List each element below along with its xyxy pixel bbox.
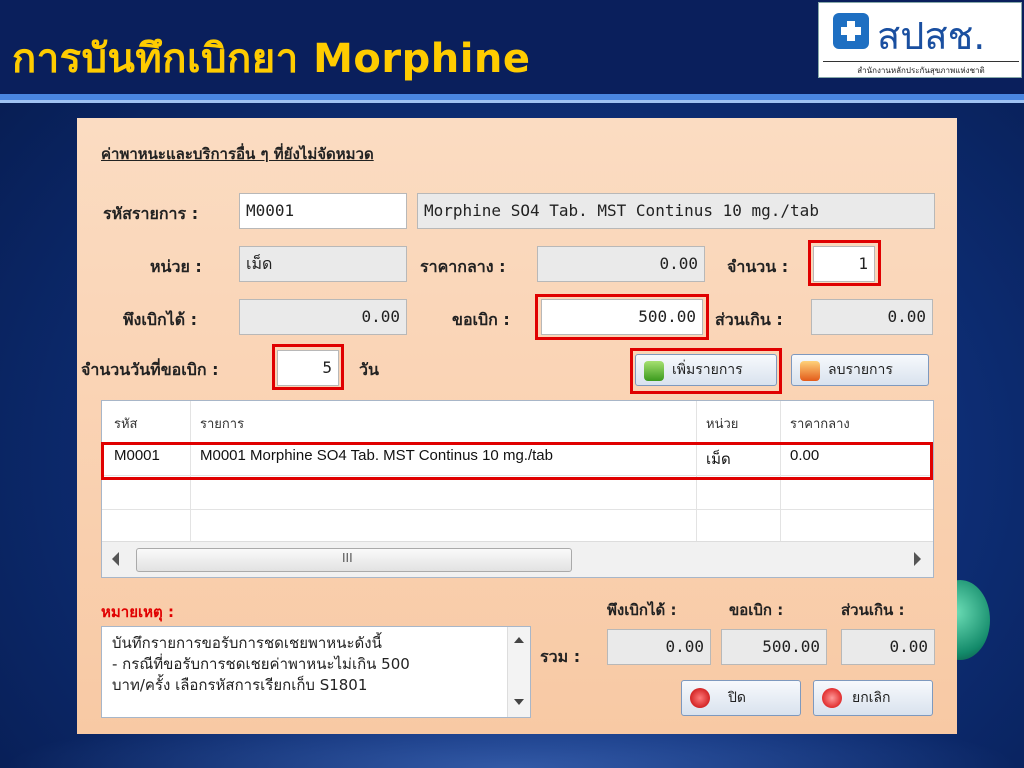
header-stripe-light	[0, 100, 1024, 103]
unit-label: หน่วย :	[150, 257, 202, 276]
section-title: ค่าพาหนะและบริการอื่น ๆ ที่ยังไม่จัดหมวด	[101, 145, 374, 163]
days-unit: วัน	[359, 360, 379, 379]
col-header-item[interactable]: รายการ	[200, 413, 244, 434]
cancel-button[interactable]: ยกเลิก	[813, 680, 933, 716]
col-header-code[interactable]: รหัส	[114, 413, 138, 434]
item-code-input[interactable]: M0001	[239, 193, 407, 229]
request-label: ขอเบิก :	[452, 310, 510, 329]
total-eligible-label: พึงเบิกได้ :	[607, 601, 677, 619]
items-table[interactable]: รหัส รายการ หน่วย ราคากลาง M0001 M0001 M…	[101, 400, 934, 578]
delete-item-button[interactable]: ลบรายการ	[791, 354, 929, 386]
quantity-highlight	[808, 240, 881, 286]
median-price-label: ราคากลาง :	[420, 257, 506, 276]
excess-label: ส่วนเกิน :	[715, 310, 783, 329]
logo-text: สปสช.	[877, 14, 986, 58]
total-eligible-field[interactable]: 0.00	[607, 629, 711, 665]
total-excess-label: ส่วนเกิน :	[841, 601, 905, 619]
request-highlight	[535, 294, 709, 340]
grid-divider	[102, 509, 933, 510]
close-label: ปิด	[728, 690, 746, 706]
scroll-down-icon[interactable]	[514, 699, 524, 705]
remark-text: บันทึกรายการขอรับการชดเชยพาหนะดังนี้ - ก…	[112, 634, 410, 694]
scroll-thumb[interactable]: III	[136, 548, 572, 572]
col-header-price[interactable]: ราคากลาง	[790, 413, 850, 434]
scroll-grip: III	[342, 551, 353, 565]
excess-field[interactable]: 0.00	[811, 299, 933, 335]
power-icon	[690, 688, 710, 708]
remark-textarea[interactable]: บันทึกรายการขอรับการชดเชยพาหนะดังนี้ - ก…	[101, 626, 531, 718]
logo-subtitle: สำนักงานหลักประกันสุขภาพแห่งชาติ	[823, 61, 1019, 77]
item-name-field[interactable]: Morphine SO4 Tab. MST Continus 10 mg./ta…	[417, 193, 935, 229]
scroll-left-icon[interactable]	[112, 552, 119, 566]
unit-field[interactable]: เม็ด	[239, 246, 407, 282]
nhso-logo-icon	[833, 13, 869, 49]
add-button-highlight	[630, 348, 782, 394]
eligible-field[interactable]: 0.00	[239, 299, 407, 335]
horizontal-scrollbar[interactable]: III	[102, 541, 933, 577]
remark-scrollbar[interactable]	[507, 627, 530, 717]
total-request-field[interactable]: 500.00	[721, 629, 827, 665]
table-row-highlight	[101, 442, 933, 480]
cancel-icon	[822, 688, 842, 708]
delete-item-label: ลบรายการ	[828, 362, 893, 378]
eligible-label: พึงเบิกได้ :	[123, 310, 198, 329]
delete-icon	[800, 361, 820, 381]
quantity-label: จำนวน :	[727, 257, 789, 276]
col-header-unit[interactable]: หน่วย	[706, 413, 738, 434]
remark-label: หมายเหตุ :	[101, 603, 174, 621]
median-price-field[interactable]: 0.00	[537, 246, 705, 282]
scroll-up-icon[interactable]	[514, 637, 524, 643]
slide-title: การบันทึกเบิกยา Morphine	[12, 36, 531, 82]
days-highlight	[272, 344, 344, 390]
cancel-label: ยกเลิก	[852, 690, 891, 706]
nhso-logo: สปสช. สำนักงานหลักประกันสุขภาพแห่งชาติ	[818, 2, 1022, 78]
withdrawal-form-panel: ค่าพาหนะและบริการอื่น ๆ ที่ยังไม่จัดหมวด…	[77, 118, 957, 734]
scroll-right-icon[interactable]	[914, 552, 921, 566]
total-label: รวม :	[540, 647, 581, 666]
item-code-label: รหัสรายการ :	[103, 204, 199, 223]
close-button[interactable]: ปิด	[681, 680, 801, 716]
total-request-label: ขอเบิก :	[729, 601, 784, 619]
total-excess-field[interactable]: 0.00	[841, 629, 935, 665]
days-label: จำนวนวันที่ขอเบิก :	[81, 360, 219, 379]
